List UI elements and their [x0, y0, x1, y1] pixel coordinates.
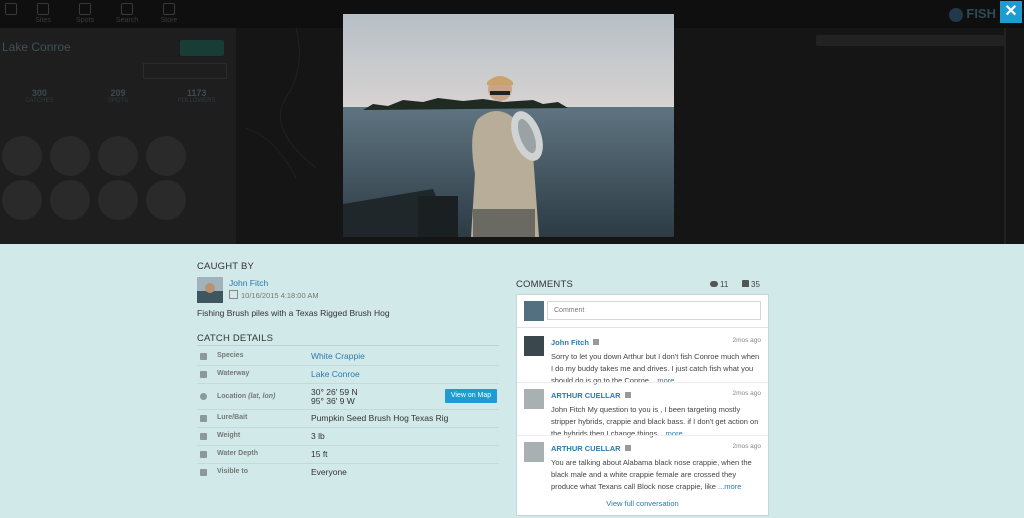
detail-label: Visible to [217, 468, 248, 475]
catch-thumbnail[interactable] [50, 180, 90, 220]
detail-label: Waterway [217, 370, 250, 377]
catch-date: 10/16/2015 4:18:00 AM [229, 290, 319, 300]
fish-icon [200, 353, 207, 360]
comment-avatar[interactable] [524, 442, 544, 462]
view-full-conversation-link[interactable]: View full conversation [517, 499, 768, 508]
lake-sidebar: Lake Conroe 300 CATCHES 209 SPOTS 1173 FOLL… [0, 28, 236, 244]
detail-row-visibility: Visible to Everyone [197, 464, 499, 482]
species-link[interactable]: White Crappie [311, 351, 365, 361]
depth-value: 15 ft [311, 449, 328, 459]
nav-sites[interactable]: Sites [22, 3, 64, 24]
detail-label: Species [217, 352, 244, 359]
comment-text: You are talking about Alabama black nose… [551, 458, 752, 491]
detail-label: Lure/Bait [217, 414, 248, 421]
avatar-image [197, 277, 223, 303]
comments-heading: COMMENTS [516, 279, 574, 290]
detail-row-lure: Lure/Bait Pumpkin Seed Brush Hog Texas R… [197, 410, 499, 428]
divider [197, 345, 499, 346]
top-nav: Sites Spots Search Store [0, 3, 190, 24]
angler-avatar[interactable] [197, 277, 223, 303]
divider [517, 382, 768, 383]
catch-thumbnail[interactable] [146, 180, 186, 220]
thumbs-up-icon [742, 280, 749, 287]
comment-avatar[interactable] [524, 389, 544, 409]
waterway-link[interactable]: Lake Conroe [311, 369, 360, 379]
catch-thumbnail[interactable] [2, 180, 42, 220]
close-button[interactable]: ✕ [1000, 1, 1022, 23]
detail-row-weight: Weight 3 lb [197, 428, 499, 446]
comment-bubble-icon [710, 281, 718, 287]
weight-icon [200, 433, 207, 440]
visibility-value: Everyone [311, 467, 347, 477]
comment-count: 11 [710, 280, 728, 289]
map-banner [816, 35, 1006, 46]
stat-catches: 300 CATCHES [25, 88, 54, 104]
thumbs-up-icon[interactable] [624, 445, 631, 451]
catch-detail-panel: CAUGHT BY John Fitch 10/16/2015 4:18:00 … [0, 244, 1024, 518]
map-controls [1004, 28, 1006, 244]
more-link[interactable]: ...more [651, 376, 674, 385]
catch-description: Fishing Brush piles with a Texas Rigged … [197, 308, 390, 318]
catch-details-heading: CATCH DETAILS [197, 333, 274, 344]
close-icon: ✕ [1004, 3, 1018, 20]
longitude-value: 95° 36' 9 W [311, 396, 355, 406]
menu-icon[interactable] [0, 3, 22, 24]
catch-thumbnails [2, 136, 194, 220]
like-count[interactable]: 35 [742, 280, 760, 289]
lure-icon [200, 415, 207, 422]
comment-time: 2mos ago [732, 337, 761, 344]
detail-row-waterway: Waterway Lake Conroe [197, 366, 499, 384]
nav-spots[interactable]: Spots [64, 3, 106, 24]
detail-label: Weight [217, 432, 241, 439]
depth-icon [200, 451, 207, 458]
catch-date-text: 10/16/2015 4:18:00 AM [241, 291, 319, 300]
angler-name-link[interactable]: John Fitch [229, 278, 268, 288]
comment-author[interactable]: ARTHUR CUELLAR [551, 444, 631, 453]
view-on-map-button[interactable]: View on Map [445, 389, 497, 403]
waterway-icon [200, 371, 207, 378]
detail-label: Location (lat, lon) [217, 393, 276, 400]
lock-icon [200, 469, 207, 476]
secondary-button[interactable] [143, 63, 227, 79]
detail-row-depth: Water Depth 15 ft [197, 446, 499, 464]
nav-search[interactable]: Search [106, 3, 148, 24]
comment-author[interactable]: ARTHUR CUELLAR [551, 391, 631, 400]
catch-thumbnail[interactable] [50, 136, 90, 176]
catch-photo-illustration [343, 14, 674, 237]
catch-thumbnail[interactable] [2, 136, 42, 176]
comment-input[interactable] [547, 301, 761, 320]
comment-input-row [517, 295, 768, 328]
lake-title: Lake Conroe [2, 40, 71, 54]
caught-by-heading: CAUGHT BY [197, 261, 255, 272]
stat-followers: 1173 FOLLOWERS [177, 88, 216, 104]
catch-thumbnail[interactable] [146, 136, 186, 176]
catch-photo [343, 14, 674, 237]
weight-value: 3 lb [311, 431, 325, 441]
detail-label: Water Depth [217, 450, 258, 457]
logo: FISH [949, 6, 996, 22]
catch-thumbnail[interactable] [98, 136, 138, 176]
follow-button[interactable] [180, 40, 224, 56]
nav-store[interactable]: Store [148, 3, 190, 24]
more-link[interactable]: ...more [659, 429, 682, 438]
lure-value: Pumpkin Seed Brush Hog Texas Rig [311, 413, 449, 423]
catch-thumbnail[interactable] [98, 180, 138, 220]
comment-avatar[interactable] [524, 336, 544, 356]
detail-row-species: Species White Crappie [197, 348, 499, 366]
lake-stats: 300 CATCHES 209 SPOTS 1173 FOLLOWERS [0, 88, 236, 104]
location-icon [200, 393, 207, 400]
thumbs-up-icon[interactable] [624, 392, 631, 398]
comment-time: 2mos ago [732, 390, 761, 397]
comment-time: 2mos ago [732, 443, 761, 450]
logo-icon [949, 7, 964, 22]
comment-author[interactable]: John Fitch [551, 338, 599, 347]
stat-spots: 209 SPOTS [107, 88, 129, 104]
divider [517, 435, 768, 436]
comments-box: John Fitch 2mos ago Sorry to let you dow… [516, 294, 769, 516]
user-avatar [524, 301, 544, 321]
thumbs-up-icon[interactable] [592, 339, 599, 345]
more-link[interactable]: ...more [718, 482, 741, 491]
calendar-icon [229, 290, 238, 299]
